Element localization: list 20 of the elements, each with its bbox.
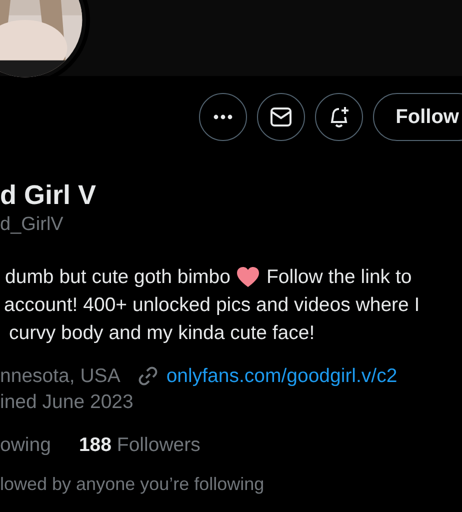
profile-handle: d_GirlV	[0, 213, 64, 237]
link-icon	[138, 366, 158, 386]
envelope-icon	[270, 107, 292, 127]
following-link[interactable]: owing	[0, 432, 51, 458]
notify-button[interactable]	[314, 93, 363, 141]
joined-date: ined June 2023	[0, 390, 134, 415]
more-icon	[212, 114, 233, 120]
profile-name: d Girl V	[0, 179, 96, 211]
more-button[interactable]	[198, 93, 247, 141]
follow-button[interactable]: Follow	[372, 93, 462, 141]
followed-by-text: lowed by anyone you’re following	[0, 473, 264, 496]
bio-text: dumb but cute goth bimbo	[5, 265, 230, 290]
bio-text: Follow the link to	[266, 265, 412, 290]
message-button[interactable]	[256, 93, 305, 141]
profile-link[interactable]: onlyfans.com/goodgirl.v/c2	[166, 363, 398, 389]
heart-icon	[236, 266, 260, 288]
bio-text: account! 400+ unlocked pics and videos where I	[3, 293, 420, 318]
location-text: nnesota, USA	[0, 364, 120, 389]
bio-text: curvy body and my kinda cute face!	[8, 321, 315, 346]
followers-link[interactable]: 188 Followers	[78, 432, 200, 458]
